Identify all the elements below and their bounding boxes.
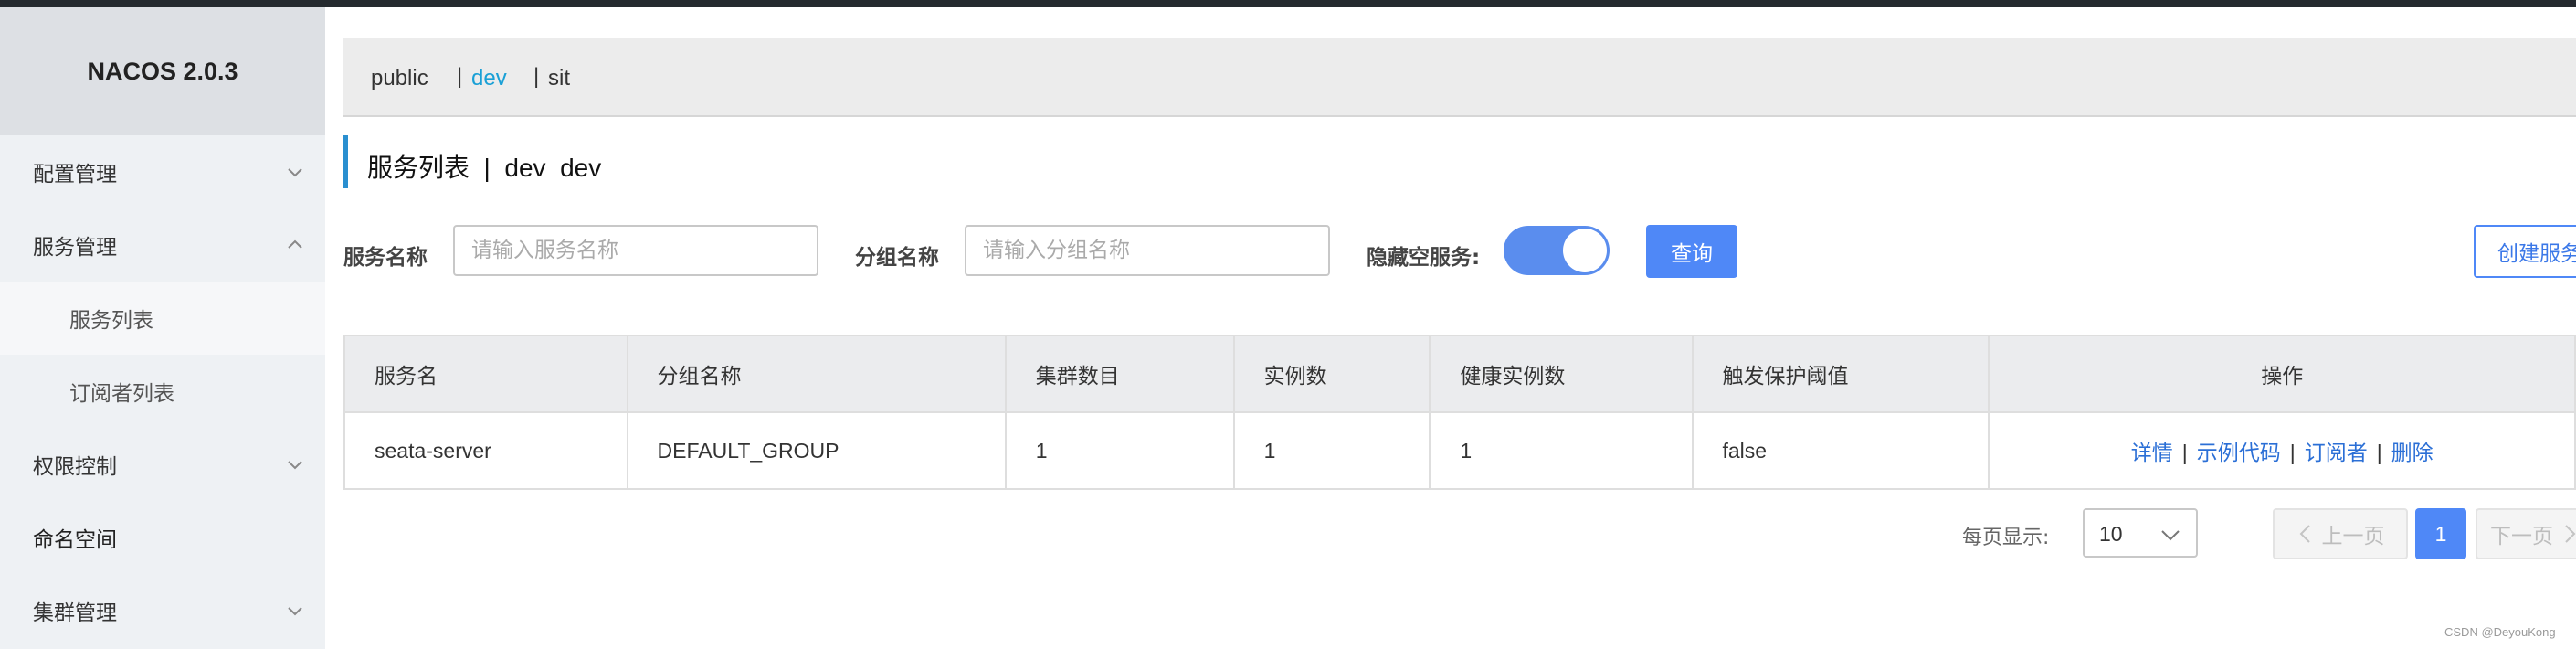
action-separator: | [2181, 441, 2188, 464]
table-cell: 1 [1232, 411, 1431, 490]
table-header-row: 服务名 分组名称 集群数目 实例数 健康实例数 触发保护阈值 操作 [343, 335, 2576, 413]
current-page-button[interactable]: 1 [2415, 508, 2466, 559]
watermark: CSDN @DeyouKong [2444, 625, 2556, 639]
page-size-value: 10 [2099, 522, 2123, 546]
column-header[interactable]: 实例数 [1232, 335, 1431, 413]
namespace-bar: public | dev | sit [343, 38, 2576, 117]
table-cell: 1 [1429, 411, 1694, 490]
sidebar-item-service[interactable]: 服务管理 [0, 208, 325, 282]
sidebar-item-label: 命名空间 [33, 528, 117, 552]
sidebar-item-subscribers[interactable]: 订阅者列表 [0, 355, 325, 428]
sidebar-item-config[interactable]: 配置管理 [0, 135, 325, 208]
sidebar-item-auth[interactable]: 权限控制 [0, 428, 325, 501]
page-size-select[interactable]: 10 [2083, 508, 2198, 558]
chevron-down-icon [288, 168, 302, 177]
brand-logo: NACOS 2.0.3 [0, 7, 325, 135]
hide-empty-toggle[interactable] [1504, 226, 1610, 275]
namespace-separator: | [457, 64, 463, 89]
next-page-label: 下一页 [2490, 525, 2553, 548]
next-page-button[interactable]: 下一页 [2476, 508, 2576, 559]
namespace-sit[interactable]: sit [548, 66, 570, 91]
query-button[interactable]: 查询 [1646, 225, 1737, 278]
top-bar [0, 0, 2576, 7]
table-cell: DEFAULT_GROUP [626, 411, 1007, 490]
table-cell: 1 [1004, 411, 1235, 490]
page-title: 服务列表 | dev dev [367, 154, 602, 182]
column-header[interactable]: 健康实例数 [1429, 335, 1694, 413]
table-cell: false [1691, 411, 1990, 490]
sidebar-item-label: 服务列表 [69, 309, 153, 333]
detail-link[interactable]: 详情 [2131, 441, 2173, 464]
action-separator: | [2289, 441, 2296, 464]
namespace-separator: | [533, 64, 540, 89]
group-name-label: 分组名称 [855, 246, 939, 270]
sidebar-item-label: 服务管理 [33, 236, 117, 260]
sidebar-item-cluster[interactable]: 集群管理 [0, 574, 325, 647]
hide-empty-label: 隐藏空服务: [1367, 246, 1481, 270]
column-header[interactable]: 服务名 [343, 335, 628, 413]
column-header[interactable]: 分组名称 [626, 335, 1007, 413]
chevron-down-icon [2161, 530, 2180, 541]
namespace-dev[interactable]: dev [471, 66, 507, 91]
subscribers-link[interactable]: 订阅者 [2305, 441, 2368, 464]
column-header: 操作 [1988, 335, 2576, 413]
chevron-left-icon [2299, 525, 2310, 543]
column-header[interactable]: 集群数目 [1004, 335, 1235, 413]
sidebar-item-label: 订阅者列表 [69, 382, 174, 406]
namespace-public[interactable]: public [371, 66, 428, 91]
actions-cell: 详情 | 示例代码 | 订阅者 | 删除 [1988, 411, 2576, 490]
sidebar-item-label: 集群管理 [33, 601, 117, 625]
service-name-label: 服务名称 [343, 246, 428, 270]
chevron-right-icon [2565, 525, 2576, 543]
prev-page-label: 上一页 [2321, 525, 2385, 548]
column-header[interactable]: 触发保护阈值 [1691, 335, 1990, 413]
table-row: seata-server DEFAULT_GROUP 1 1 1 false 详… [343, 411, 2576, 490]
sidebar-item-namespace[interactable]: 命名空间 [0, 501, 325, 574]
create-service-button[interactable]: 创建服务 [2474, 225, 2576, 278]
chevron-down-icon [288, 607, 302, 616]
service-table: 服务名 分组名称 集群数目 实例数 健康实例数 触发保护阈值 操作 seata-… [343, 335, 2576, 490]
sample-code-link[interactable]: 示例代码 [2197, 441, 2281, 464]
prev-page-button[interactable]: 上一页 [2273, 508, 2408, 559]
chevron-up-icon [288, 239, 302, 249]
chevron-down-icon [288, 461, 302, 470]
sidebar-item-label: 配置管理 [33, 163, 117, 186]
delete-link[interactable]: 删除 [2391, 441, 2433, 464]
sidebar-item-label: 权限控制 [33, 455, 117, 479]
page-size-label: 每页显示: [1962, 527, 2050, 549]
toggle-knob [1563, 229, 1607, 272]
service-name-input[interactable] [453, 225, 818, 276]
action-separator: | [2376, 441, 2382, 464]
title-accent-bar [343, 135, 348, 188]
sidebar: NACOS 2.0.3 配置管理 服务管理 服务列表 订阅者列表 权限控制 命名… [0, 7, 325, 649]
sidebar-item-service-list[interactable]: 服务列表 [0, 282, 325, 355]
group-name-input[interactable] [965, 225, 1330, 276]
table-cell: seata-server [343, 411, 628, 490]
